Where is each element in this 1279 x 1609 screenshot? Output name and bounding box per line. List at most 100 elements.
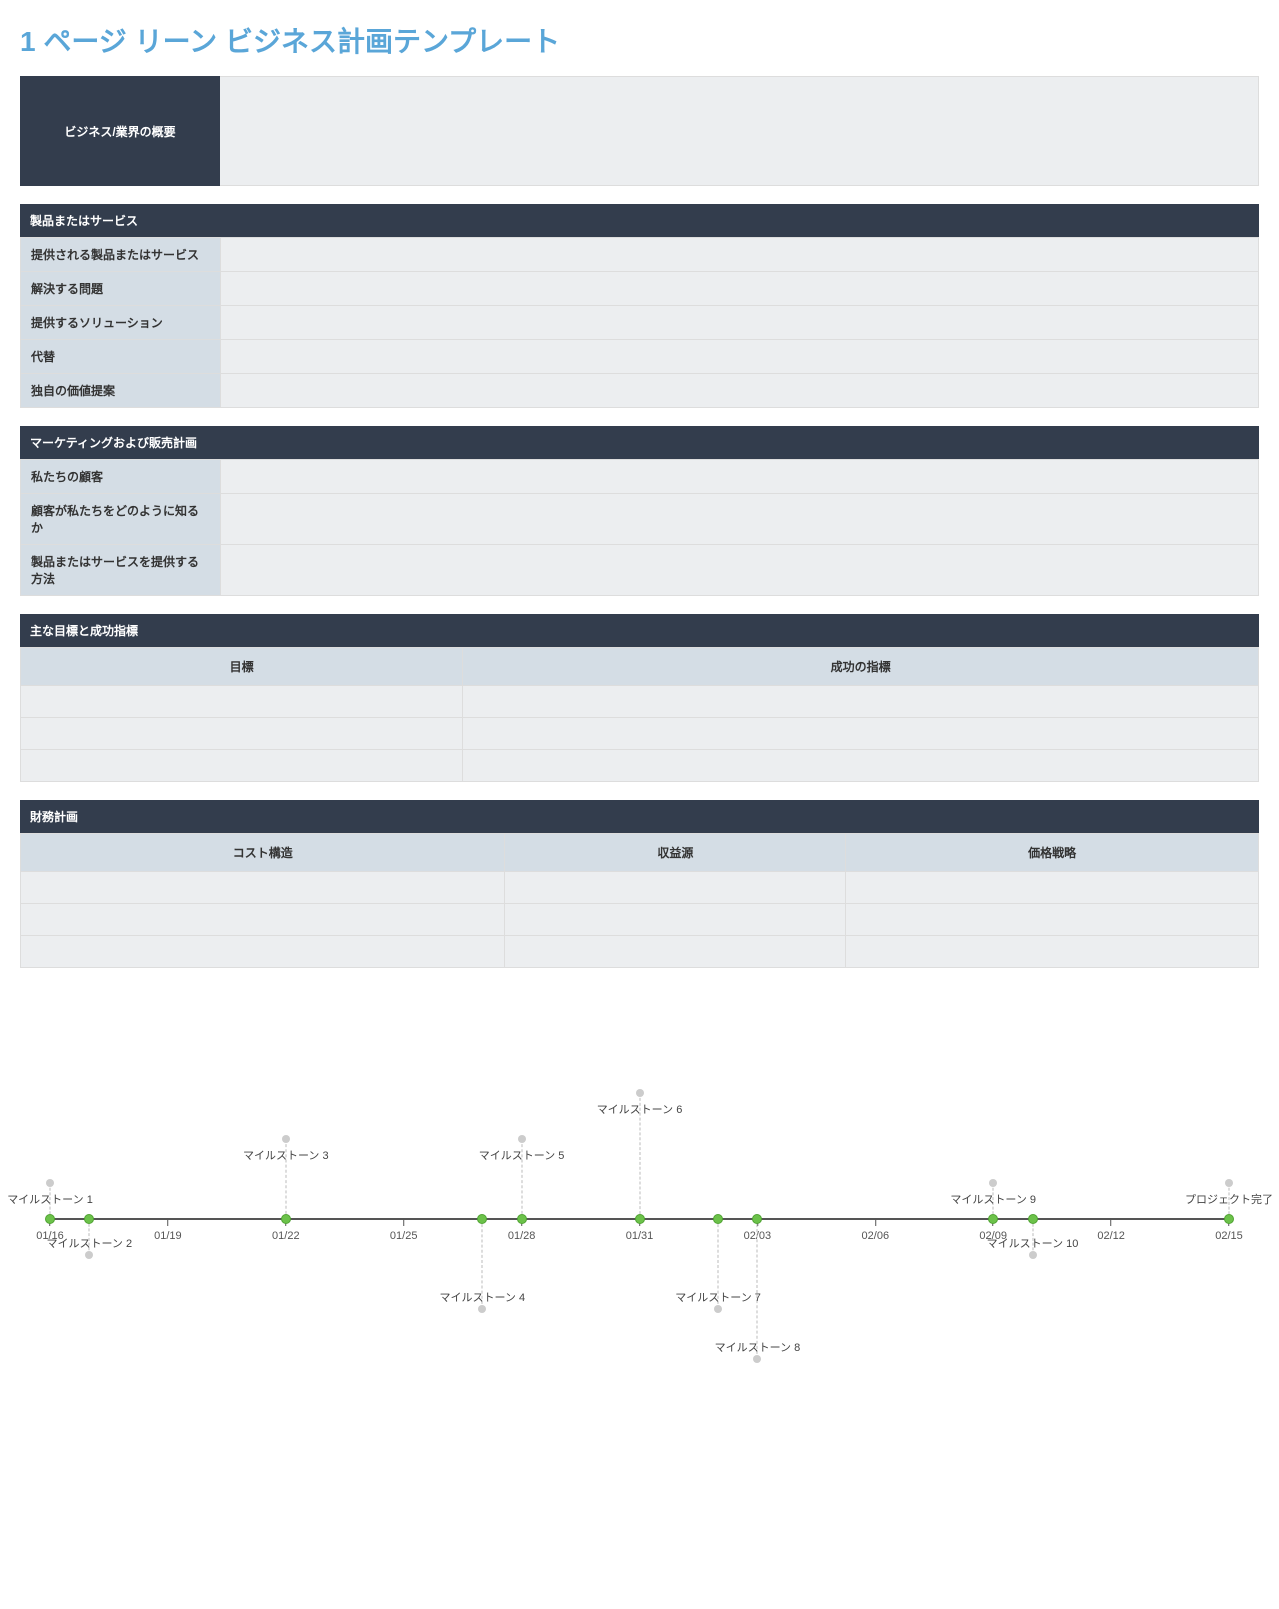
row-key: 代替 bbox=[21, 340, 221, 374]
column-header: 目標 bbox=[21, 648, 463, 686]
section-goals: 主な目標と成功指標 目標成功の指標 bbox=[20, 614, 1259, 782]
table-cell[interactable] bbox=[846, 872, 1259, 904]
row-value[interactable] bbox=[221, 494, 1259, 545]
table-row bbox=[21, 936, 1259, 968]
goals-table: 目標成功の指標 bbox=[20, 647, 1259, 782]
table-cell[interactable] bbox=[846, 904, 1259, 936]
overview-block: ビジネス/業界の概要 bbox=[20, 76, 1259, 186]
table-cell[interactable] bbox=[463, 686, 1259, 718]
table-cell[interactable] bbox=[505, 936, 846, 968]
milestone-label: プロジェクト完了 bbox=[1185, 1191, 1273, 1207]
table-cell[interactable] bbox=[505, 904, 846, 936]
milestone-label: マイルストーン 4 bbox=[439, 1289, 525, 1305]
milestone-label: マイルストーン 9 bbox=[950, 1191, 1036, 1207]
axis-tick: 01/19 bbox=[154, 1218, 182, 1242]
tick-label: 02/15 bbox=[1215, 1230, 1243, 1242]
table-row: 独自の価値提案 bbox=[21, 374, 1259, 408]
milestone-dot bbox=[988, 1214, 998, 1224]
milestone-end-dot bbox=[85, 1251, 93, 1259]
section-header-finance: 財務計画 bbox=[20, 800, 1259, 833]
table-header-row: コスト構造収益源価格戦略 bbox=[21, 834, 1259, 872]
row-value[interactable] bbox=[221, 374, 1259, 408]
row-key: 独自の価値提案 bbox=[21, 374, 221, 408]
table-cell[interactable] bbox=[463, 718, 1259, 750]
milestone-end-dot bbox=[989, 1179, 997, 1187]
overview-label: ビジネス/業界の概要 bbox=[20, 76, 220, 186]
table-row: 提供するソリューション bbox=[21, 306, 1259, 340]
table-row: 提供される製品またはサービス bbox=[21, 238, 1259, 272]
finance-table: コスト構造収益源価格戦略 bbox=[20, 833, 1259, 968]
milestone-end-dot bbox=[636, 1089, 644, 1097]
section-header-product: 製品またはサービス bbox=[20, 204, 1259, 237]
row-key: 提供される製品またはサービス bbox=[21, 238, 221, 272]
row-key: 私たちの顧客 bbox=[21, 460, 221, 494]
tick-mark bbox=[403, 1218, 404, 1226]
milestone-dot bbox=[84, 1214, 94, 1224]
table-cell[interactable] bbox=[21, 686, 463, 718]
section-product: 製品またはサービス 提供される製品またはサービス解決する問題提供するソリューショ… bbox=[20, 204, 1259, 408]
tick-label: 02/06 bbox=[862, 1230, 890, 1242]
milestone-label: マイルストーン 1 bbox=[7, 1191, 93, 1207]
milestone-end-dot bbox=[714, 1305, 722, 1313]
tick-label: 02/12 bbox=[1097, 1230, 1125, 1242]
row-value[interactable] bbox=[221, 238, 1259, 272]
table-row bbox=[21, 686, 1259, 718]
milestone-dot bbox=[635, 1214, 645, 1224]
milestone-label: マイルストーン 7 bbox=[675, 1289, 761, 1305]
table-cell[interactable] bbox=[21, 750, 463, 782]
section-finance: 財務計画 コスト構造収益源価格戦略 bbox=[20, 800, 1259, 968]
table-cell[interactable] bbox=[21, 936, 505, 968]
milestone-end-dot bbox=[46, 1179, 54, 1187]
milestone-label: マイルストーン 8 bbox=[715, 1339, 801, 1355]
milestone-label: マイルストーン 6 bbox=[597, 1101, 683, 1117]
milestone-dot bbox=[45, 1214, 55, 1224]
row-value[interactable] bbox=[221, 460, 1259, 494]
table-row bbox=[21, 718, 1259, 750]
tick-label: 01/28 bbox=[508, 1230, 536, 1242]
milestone-dot bbox=[477, 1214, 487, 1224]
tick-label: 01/31 bbox=[626, 1230, 654, 1242]
table-row: 私たちの顧客 bbox=[21, 460, 1259, 494]
tick-label: 01/25 bbox=[390, 1230, 418, 1242]
milestone-end-dot bbox=[478, 1305, 486, 1313]
table-row bbox=[21, 904, 1259, 936]
page-title: 1 ページ リーン ビジネス計画テンプレート bbox=[20, 20, 1259, 60]
table-cell[interactable] bbox=[846, 936, 1259, 968]
milestone-end-dot bbox=[1029, 1251, 1037, 1259]
column-header: コスト構造 bbox=[21, 834, 505, 872]
row-value[interactable] bbox=[221, 340, 1259, 374]
milestone-dot bbox=[517, 1214, 527, 1224]
milestone-dot bbox=[281, 1214, 291, 1224]
column-header: 収益源 bbox=[505, 834, 846, 872]
row-key: 製品またはサービスを提供する方法 bbox=[21, 545, 221, 596]
tick-mark bbox=[875, 1218, 876, 1226]
axis-tick: 01/25 bbox=[390, 1218, 418, 1242]
row-value[interactable] bbox=[221, 272, 1259, 306]
marketing-table: 私たちの顧客顧客が私たちをどのように知るか製品またはサービスを提供する方法 bbox=[20, 459, 1259, 596]
milestone-label: マイルストーン 10 bbox=[987, 1235, 1079, 1251]
table-row: 顧客が私たちをどのように知るか bbox=[21, 494, 1259, 545]
tick-mark bbox=[1111, 1218, 1112, 1226]
section-marketing: マーケティングおよび販売計画 私たちの顧客顧客が私たちをどのように知るか製品また… bbox=[20, 426, 1259, 596]
tick-label: 01/22 bbox=[272, 1230, 300, 1242]
table-row: 製品またはサービスを提供する方法 bbox=[21, 545, 1259, 596]
milestone-end-dot bbox=[753, 1355, 761, 1363]
row-key: 解決する問題 bbox=[21, 272, 221, 306]
axis-tick: 02/06 bbox=[862, 1218, 890, 1242]
row-value[interactable] bbox=[221, 306, 1259, 340]
milestone-end-dot bbox=[1225, 1179, 1233, 1187]
milestone-dot bbox=[752, 1214, 762, 1224]
table-cell[interactable] bbox=[463, 750, 1259, 782]
tick-label: 01/19 bbox=[154, 1230, 182, 1242]
table-cell[interactable] bbox=[21, 718, 463, 750]
table-cell[interactable] bbox=[505, 872, 846, 904]
overview-content[interactable] bbox=[220, 76, 1259, 186]
tick-mark bbox=[167, 1218, 168, 1226]
product-table: 提供される製品またはサービス解決する問題提供するソリューション代替独自の価値提案 bbox=[20, 237, 1259, 408]
table-row: 代替 bbox=[21, 340, 1259, 374]
table-cell[interactable] bbox=[21, 904, 505, 936]
milestone-label: マイルストーン 3 bbox=[243, 1147, 329, 1163]
row-value[interactable] bbox=[221, 545, 1259, 596]
row-key: 提供するソリューション bbox=[21, 306, 221, 340]
table-cell[interactable] bbox=[21, 872, 505, 904]
